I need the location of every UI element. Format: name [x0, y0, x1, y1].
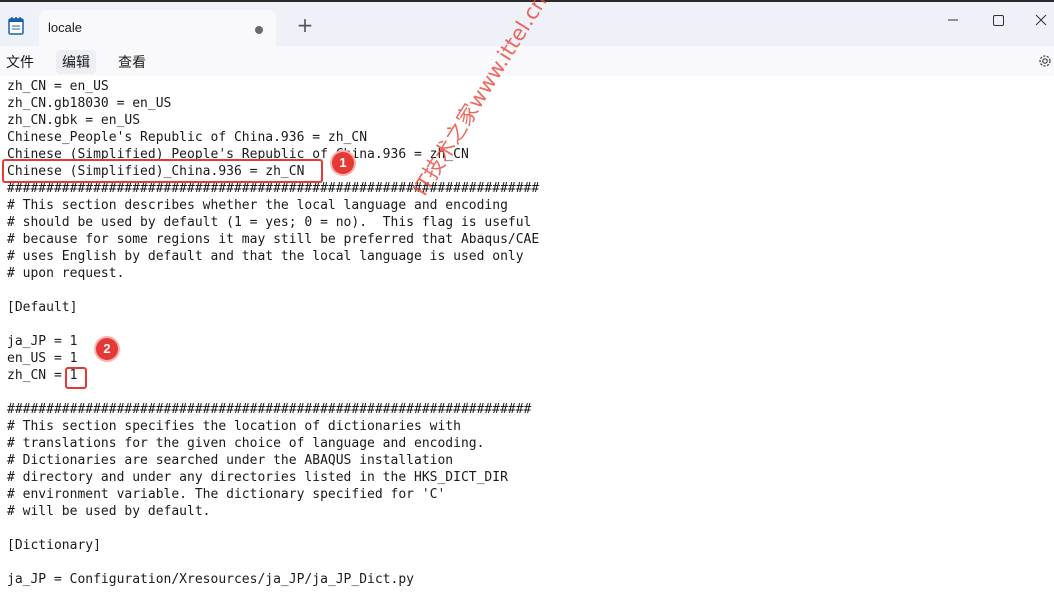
- editor-line: # will be used by default.: [7, 504, 211, 519]
- editor-line: # because for some regions it may still …: [7, 232, 540, 247]
- settings-button[interactable]: [1037, 53, 1053, 69]
- new-tab-button[interactable]: +: [294, 15, 316, 37]
- gear-icon: [1039, 55, 1051, 67]
- editor-line: Chinese_People's Republic of China.936 =…: [7, 130, 368, 145]
- maximize-icon: [993, 15, 1004, 26]
- editor-line: [Dictionary]: [7, 538, 101, 553]
- editor-line: # upon request.: [7, 266, 125, 281]
- menu-bar: 文件 编辑 查看: [0, 46, 1054, 76]
- maximize-button[interactable]: [985, 10, 1011, 30]
- menu-file[interactable]: 文件: [0, 50, 40, 74]
- editor-line: # environment variable. The dictionary s…: [7, 487, 446, 502]
- editor-line: [Default]: [7, 300, 78, 315]
- editor-line: # directory and under any directories li…: [7, 470, 508, 485]
- notepad-icon: [8, 16, 24, 35]
- highlight-box-2: [65, 367, 87, 389]
- editor-line: en_US = 1: [7, 351, 78, 366]
- highlight-box-1: [2, 159, 323, 183]
- annotation-badge-1: 1: [332, 152, 354, 174]
- minimize-button[interactable]: [940, 10, 966, 30]
- annotation-badge-2: 2: [96, 338, 118, 360]
- editor-line: # uses English by default and that the l…: [7, 249, 524, 264]
- editor-line: zh_CN.gbk = en_US: [7, 113, 141, 128]
- tab-title: locale: [48, 20, 82, 35]
- close-icon: [1035, 14, 1047, 26]
- editor-line: # This section specifies the location of…: [7, 419, 461, 434]
- editor-line: ja_JP = Configuration/Xresources/ja_JP/j…: [7, 572, 414, 587]
- editor-line: # Dictionaries are searched under the AB…: [7, 453, 454, 468]
- editor-line: zh_CN.gb18030 = en_US: [7, 96, 172, 111]
- editor-line: # This section describes whether the loc…: [7, 198, 508, 213]
- unsaved-dot-icon[interactable]: [255, 26, 263, 34]
- tab-locale[interactable]: locale: [39, 10, 276, 48]
- editor-line: ########################################…: [7, 402, 532, 417]
- text-editor[interactable]: zh_CN = en_US zh_CN.gb18030 = en_US zh_C…: [0, 76, 1054, 593]
- menu-edit[interactable]: 编辑: [56, 50, 96, 74]
- close-button[interactable]: [1028, 10, 1054, 30]
- editor-line: zh_CN = en_US: [7, 79, 109, 94]
- minimize-icon: [948, 19, 958, 21]
- menu-view[interactable]: 查看: [112, 50, 152, 74]
- editor-line: ja_JP = 1: [7, 334, 78, 349]
- editor-line: # should be used by default (1 = yes; 0 …: [7, 215, 532, 230]
- editor-line: # translations for the given choice of l…: [7, 436, 485, 451]
